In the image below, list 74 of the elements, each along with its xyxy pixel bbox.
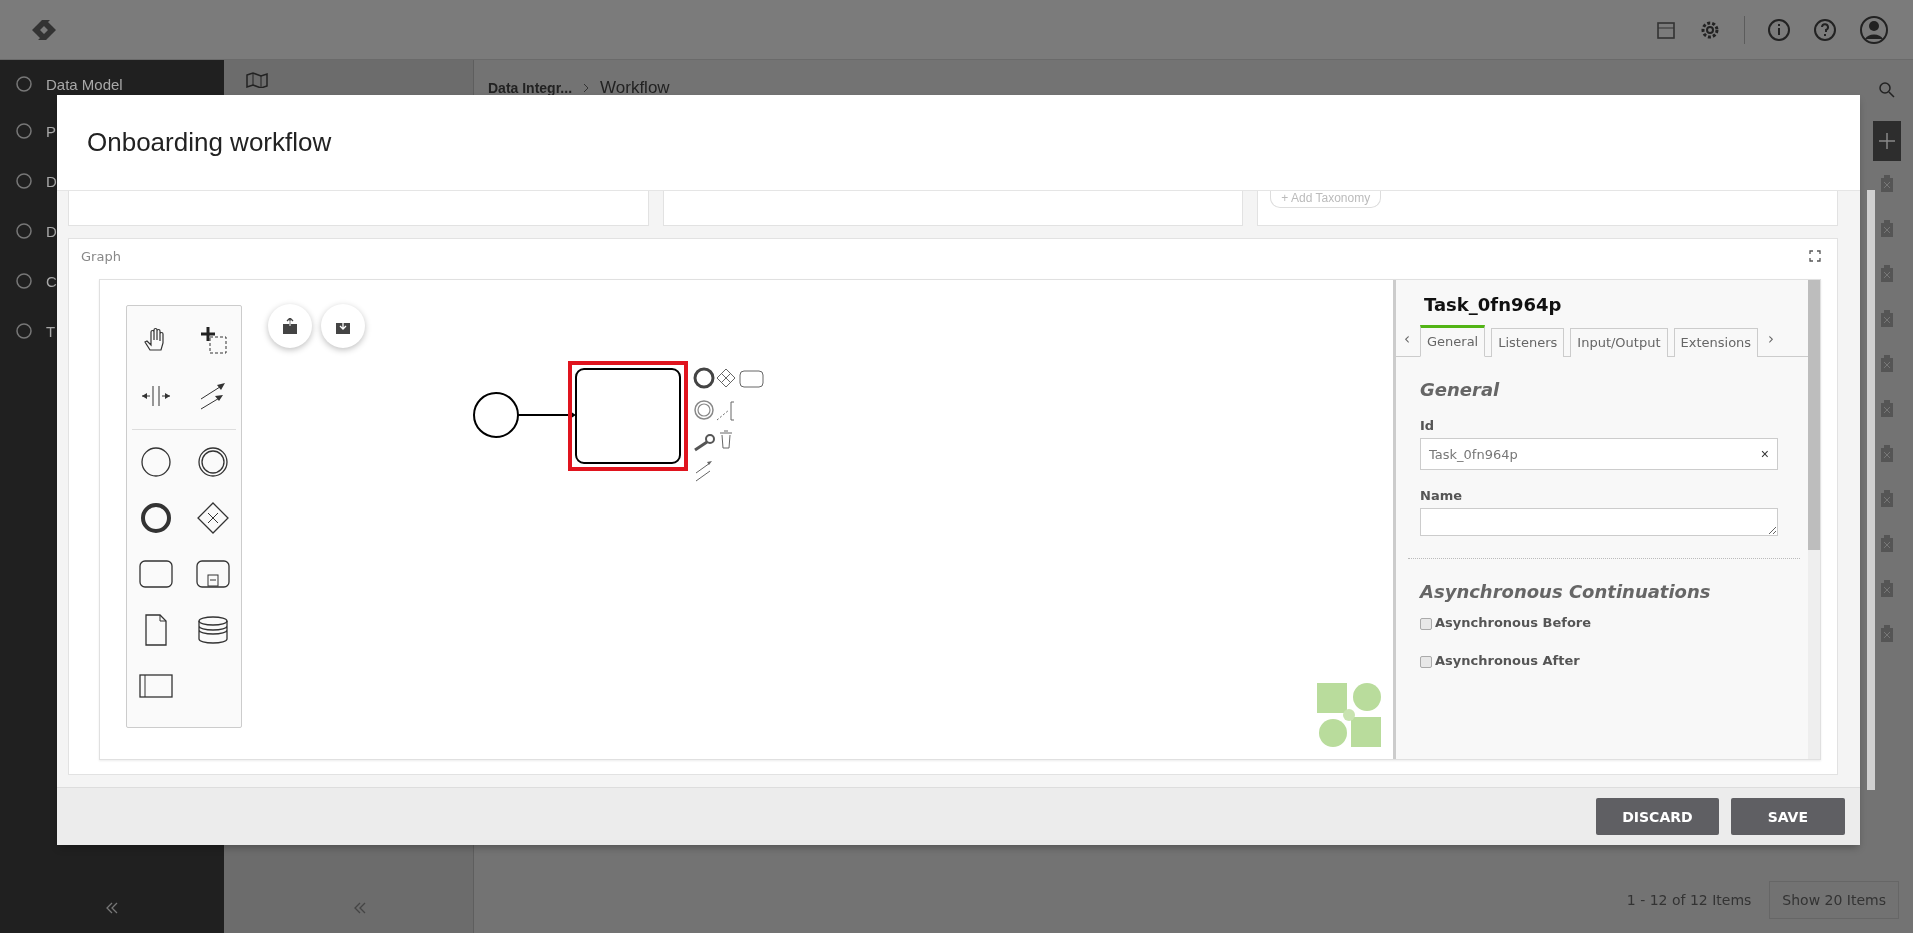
- checkbox[interactable]: [1420, 618, 1432, 630]
- dialog-title: Onboarding workflow: [87, 127, 332, 158]
- trash-icon: [1879, 220, 1894, 238]
- panel-tab[interactable]: Input/Output: [1570, 328, 1668, 357]
- pool-icon[interactable]: [138, 674, 173, 698]
- nav-icon: [14, 121, 34, 141]
- field-label: Id: [1420, 418, 1436, 433]
- collapse-icon[interactable]: [104, 901, 120, 915]
- calendar-icon[interactable]: [1656, 19, 1676, 40]
- map-icon: [246, 72, 268, 88]
- name-input-field[interactable]: [1420, 508, 1778, 536]
- search-icon[interactable]: [1877, 81, 1896, 99]
- tabs-next-button[interactable]: ›: [1764, 330, 1779, 356]
- trash-icon: [1879, 625, 1894, 643]
- breadcrumb-link[interactable]: Data Integr...: [488, 80, 573, 96]
- help-icon[interactable]: [1813, 17, 1837, 42]
- bpmn-logo-icon: [1317, 683, 1383, 749]
- field-label: Name: [1420, 488, 1463, 503]
- save-button[interactable]: SAVE: [1730, 798, 1845, 835]
- trash-icon: [1879, 445, 1894, 463]
- pager-summary: 1 - 12 of 12 Items: [1626, 892, 1752, 908]
- checkbox-label: Asynchronous After: [1435, 652, 1580, 668]
- data-store-icon[interactable]: [196, 616, 229, 644]
- graph-label: Graph: [81, 248, 121, 264]
- nav-label[interactable]: D: [46, 172, 57, 190]
- id-input-field[interactable]: Task_0fn964p ×: [1420, 438, 1778, 470]
- nav-icon: [14, 321, 34, 341]
- nav-icon: [14, 221, 34, 241]
- nav-icon: [14, 271, 34, 291]
- nav-label[interactable]: P: [46, 122, 56, 140]
- checkbox[interactable]: [1420, 656, 1432, 668]
- tabs-prev-button[interactable]: ‹: [1400, 330, 1414, 356]
- breadcrumb-link[interactable]: Workflow: [600, 78, 670, 98]
- info-icon[interactable]: [1767, 17, 1791, 42]
- trash-icon: [1879, 265, 1894, 283]
- clear-button[interactable]: ×: [1760, 446, 1769, 462]
- nav-label[interactable]: T: [46, 322, 56, 340]
- nav-icon: [14, 74, 34, 94]
- user-avatar-icon[interactable]: [1859, 14, 1889, 45]
- element-title: Task_0fn964p: [1423, 293, 1563, 315]
- trash-icon: [1879, 175, 1894, 193]
- import-button[interactable]: [321, 304, 365, 348]
- scrollbar[interactable]: [1808, 280, 1820, 759]
- intermediate-event-icon[interactable]: [196, 446, 229, 478]
- trash-icon: [1879, 490, 1894, 508]
- upload-icon: [282, 318, 298, 334]
- panel-tab[interactable]: General: [1420, 325, 1486, 357]
- section-title: General: [1420, 379, 1501, 400]
- task-icon[interactable]: [138, 560, 173, 588]
- trash-icon: [1879, 535, 1894, 553]
- gateway-icon[interactable]: [195, 501, 230, 535]
- trash-icon: [1879, 400, 1894, 418]
- start-event-icon[interactable]: [139, 446, 172, 478]
- nav-label[interactable]: D: [46, 222, 57, 240]
- discard-button[interactable]: DISCARD: [1596, 798, 1719, 835]
- checkbox-label: Asynchronous Before: [1435, 614, 1592, 630]
- end-event-icon[interactable]: [139, 502, 172, 534]
- chevron-icon: [582, 83, 591, 93]
- nav-icon: [14, 171, 34, 191]
- panel-tab[interactable]: Listeners: [1491, 328, 1565, 357]
- space-tool-icon[interactable]: [139, 384, 172, 408]
- trash-icon: [1879, 580, 1894, 598]
- export-button[interactable]: [268, 304, 312, 348]
- add-icon[interactable]: [1872, 121, 1901, 161]
- section-title: Asynchronous Continuations: [1420, 581, 1712, 602]
- data-object-icon[interactable]: [143, 614, 168, 646]
- nav-label[interactable]: C: [46, 272, 57, 290]
- trash-icon: [1879, 310, 1894, 328]
- nav-label[interactable]: Data Model: [46, 75, 123, 93]
- subprocess-icon[interactable]: [195, 560, 230, 588]
- trash-icon: [1879, 355, 1894, 373]
- panel-tab[interactable]: Extensions: [1673, 328, 1759, 357]
- scrollbar[interactable]: [1867, 190, 1875, 790]
- fullscreen-icon[interactable]: [1809, 250, 1821, 262]
